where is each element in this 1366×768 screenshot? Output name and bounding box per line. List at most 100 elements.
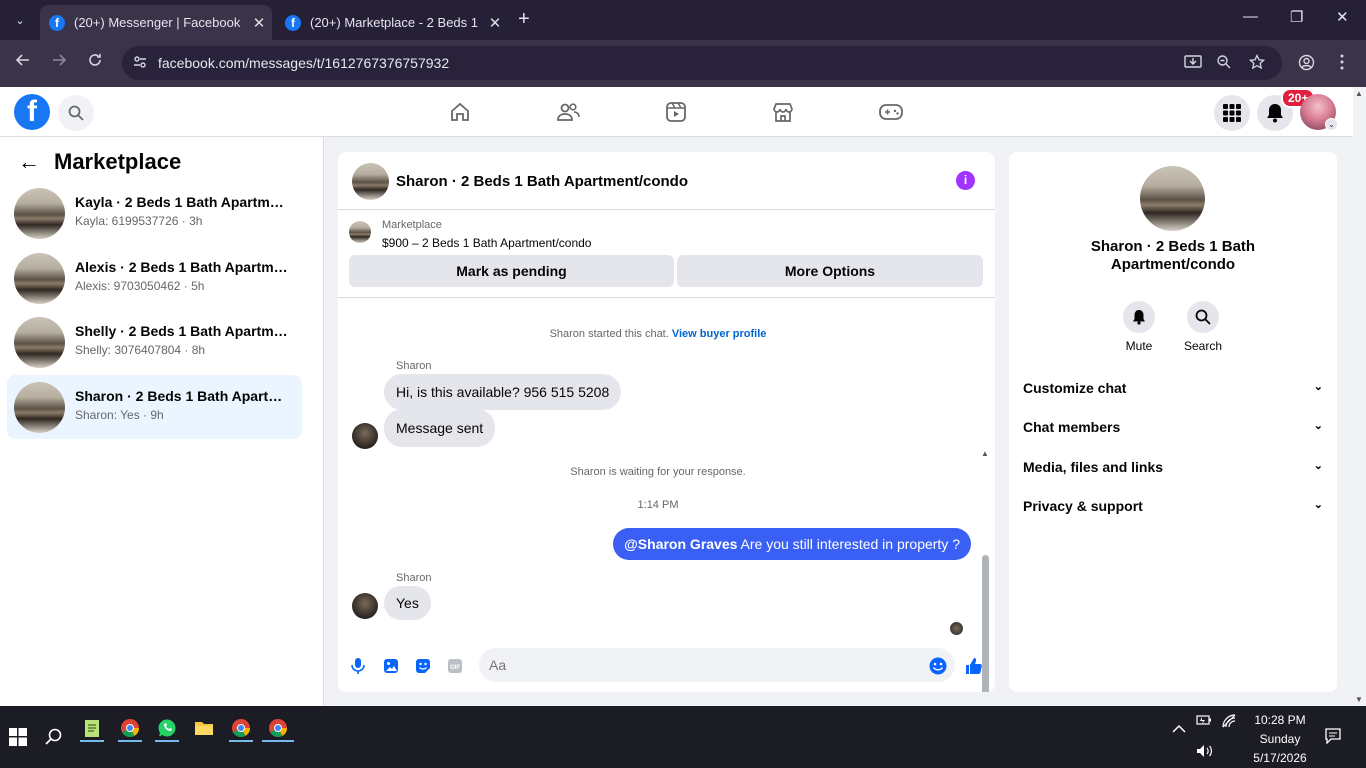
system-clock[interactable]: 10:28 PM Sunday 5/17/2026	[1236, 711, 1324, 768]
conversation-item-selected[interactable]: Sharon · 2 Beds 1 Bath Apartment/condo S…	[7, 375, 302, 439]
zoom-icon[interactable]	[1216, 54, 1232, 73]
chrome-app-icon[interactable]	[229, 716, 253, 740]
menu-grid-icon[interactable]	[1214, 95, 1250, 131]
home-icon[interactable]	[446, 99, 474, 125]
facebook-logo[interactable]: f	[14, 94, 50, 130]
taskbar-search-icon[interactable]	[42, 725, 66, 749]
gaming-icon[interactable]	[877, 99, 905, 125]
tab-close-icon[interactable]: ✕	[246, 14, 272, 32]
app-running-indicator	[155, 740, 179, 742]
chrome-app-icon[interactable]	[118, 716, 142, 740]
chrome-app-icon-active[interactable]	[266, 716, 290, 740]
conversation-name: Kayla · 2 Beds 1 Bath Apartment/condo	[75, 194, 290, 210]
tab-search-chevron-icon[interactable]: ⌄	[8, 9, 32, 31]
chat-title[interactable]: Sharon · 2 Beds 1 Bath Apartment/condo	[396, 173, 688, 190]
marketplace-label: Marketplace	[382, 219, 442, 231]
file-explorer-icon[interactable]	[192, 716, 216, 740]
incoming-message[interactable]: Yes	[384, 586, 431, 620]
page-title: Marketplace	[54, 149, 182, 174]
new-tab-button[interactable]: +	[518, 8, 530, 31]
mark-as-pending-button[interactable]: Mark as pending	[349, 255, 674, 287]
notification-center-icon[interactable]	[1325, 728, 1341, 747]
conversation-item[interactable]: Shelly · 2 Beds 1 Bath Apartment/condo S…	[7, 310, 302, 374]
page-scrollbar[interactable]: ▲ ▼	[1353, 87, 1366, 706]
search-in-conversation-button[interactable]: Search	[1173, 301, 1233, 353]
bookmark-star-icon[interactable]	[1248, 53, 1266, 73]
media-files-links-section[interactable]: Media, files and links ⌄	[1023, 459, 1323, 479]
chat-details-title: Sharon · 2 Beds 1 Bath Apartment/condo	[1090, 238, 1256, 273]
message-input[interactable]	[479, 648, 955, 682]
scroll-down-arrow-icon[interactable]: ▼	[1355, 695, 1363, 704]
message-timestamp: 1:14 PM	[637, 499, 679, 511]
mute-button[interactable]: Mute	[1109, 301, 1169, 353]
sender-name: Sharon	[396, 360, 432, 372]
view-buyer-profile-link[interactable]: View buyer profile	[672, 328, 767, 340]
listing-thumbnail	[14, 382, 65, 433]
tab-messenger[interactable]: f (20+) Messenger | Facebook ✕	[40, 5, 272, 40]
photo-icon[interactable]	[381, 656, 401, 676]
marketplace-icon[interactable]	[769, 99, 797, 125]
volume-icon[interactable]	[1196, 744, 1214, 761]
show-hidden-icons-chevron-icon[interactable]	[1172, 722, 1186, 737]
install-app-icon[interactable]	[1184, 54, 1202, 73]
facebook-header: f 20+ ⌄	[0, 87, 1366, 137]
sender-avatar[interactable]	[352, 593, 378, 619]
network-icon[interactable]	[1221, 714, 1237, 731]
listing-thumbnail	[1140, 166, 1205, 231]
minimize-button[interactable]: —	[1243, 8, 1258, 25]
site-info-icon[interactable]	[132, 54, 148, 73]
tab-close-icon[interactable]: ✕	[482, 14, 508, 32]
friends-icon[interactable]	[554, 99, 582, 125]
scroll-up-arrow-icon[interactable]: ▲	[981, 449, 989, 458]
conversation-item[interactable]: Alexis · 2 Beds 1 Bath Apartment/condo A…	[7, 246, 302, 310]
incoming-message[interactable]: Message sent	[384, 409, 496, 447]
profile-icon[interactable]	[1298, 54, 1315, 74]
windows-start-icon[interactable]	[6, 725, 30, 749]
account-chevron-icon[interactable]: ⌄	[1325, 118, 1338, 131]
gif-icon[interactable]: GIF	[445, 656, 465, 676]
battery-icon[interactable]	[1196, 714, 1212, 729]
search-icon[interactable]	[58, 95, 94, 131]
browser-tab-strip: ⌄ f (20+) Messenger | Facebook ✕ f (20+)…	[0, 0, 1366, 40]
sticker-icon[interactable]	[413, 656, 433, 676]
url-text[interactable]: facebook.com/messages/t/1612767376757932	[158, 55, 449, 71]
app-running-indicator	[118, 740, 142, 742]
forward-arrow-icon[interactable]	[51, 52, 67, 73]
emoji-icon[interactable]	[928, 656, 948, 676]
facebook-favicon-icon: f	[285, 14, 301, 31]
incoming-message[interactable]: Hi, is this available? 956 515 5208	[384, 374, 622, 410]
chat-header: Sharon · 2 Beds 1 Bath Apartment/condo i	[338, 152, 995, 210]
like-thumbs-up-icon[interactable]	[964, 656, 984, 676]
back-arrow-icon[interactable]: ←	[18, 149, 40, 175]
tab-marketplace[interactable]: f (20+) Marketplace - 2 Beds 1 Bath Apar…	[276, 5, 508, 40]
window-close-button[interactable]: ✕	[1336, 8, 1349, 26]
sender-avatar[interactable]	[352, 423, 378, 449]
chat-thumbnail[interactable]	[352, 163, 389, 200]
more-options-button[interactable]: More Options	[677, 255, 983, 287]
video-icon[interactable]	[662, 99, 690, 125]
scroll-up-arrow-icon[interactable]: ▲	[1355, 89, 1363, 98]
notepad-app-icon[interactable]	[80, 716, 104, 740]
listing-thumbnail	[14, 253, 65, 304]
whatsapp-app-icon[interactable]	[155, 716, 179, 740]
reload-icon[interactable]	[87, 52, 103, 73]
chat-started-notice: Sharon started this chat. View buyer pro…	[338, 328, 978, 340]
address-bar[interactable]: facebook.com/messages/t/1612767376757932	[122, 46, 1282, 80]
conversation-preview: Kayla: 6199537726 · 3h	[75, 214, 203, 228]
privacy-support-section[interactable]: Privacy & support ⌄	[1023, 498, 1323, 518]
browser-menu-icon[interactable]	[1340, 54, 1344, 73]
microphone-icon[interactable]	[348, 656, 368, 676]
conversation-item[interactable]: Kayla · 2 Beds 1 Bath Apartment/condo Ka…	[7, 181, 302, 245]
conversation-name: Alexis · 2 Beds 1 Bath Apartment/condo	[75, 259, 290, 275]
mention[interactable]: @Sharon Graves	[624, 536, 737, 552]
chevron-down-icon: ⌄	[1313, 381, 1323, 393]
section-label: Media, files and links	[1023, 459, 1164, 475]
chat-members-section[interactable]: Chat members ⌄	[1023, 419, 1323, 439]
maximize-button[interactable]: ❐	[1290, 8, 1303, 26]
listing-title[interactable]: $900 – 2 Beds 1 Bath Apartment/condo	[382, 236, 591, 250]
info-icon[interactable]: i	[956, 171, 975, 190]
marketplace-conversation-list: ← Marketplace Kayla · 2 Beds 1 Bath Apar…	[0, 137, 324, 706]
back-arrow-icon[interactable]	[15, 52, 31, 73]
outgoing-message[interactable]: @Sharon Graves Are you still interested …	[613, 528, 971, 560]
customize-chat-section[interactable]: Customize chat ⌄	[1023, 380, 1323, 400]
